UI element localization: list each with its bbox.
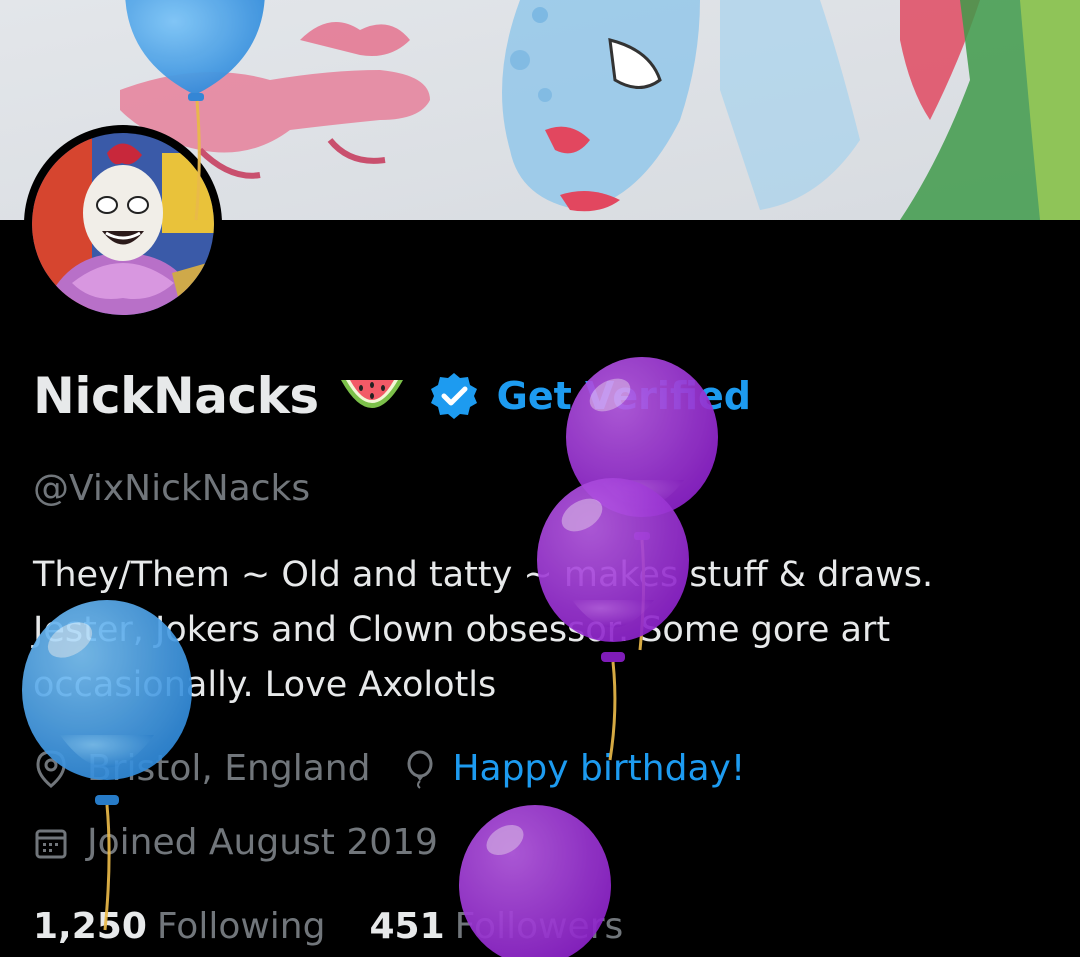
verified-check-icon[interactable]	[429, 371, 479, 421]
bio-line: occasionally. Love Axolotls	[33, 665, 497, 705]
profile-avatar[interactable]	[24, 125, 222, 323]
location-pin-icon	[36, 749, 66, 788]
display-name-row: NickNacks Get Verified	[33, 366, 751, 426]
calendar-icon	[35, 829, 67, 858]
avatar-clown-image	[32, 133, 214, 315]
following-label: Following	[156, 906, 326, 947]
follow-stats: 1,250 Following 451 Followers	[33, 906, 623, 947]
birthday-link[interactable]: Happy birthday!	[452, 748, 745, 789]
display-name: NickNacks	[33, 367, 319, 425]
profile-meta-joined: Joined August 2019	[33, 822, 438, 863]
profile-page: NickNacks Get Verified @VixNickNacks The…	[0, 0, 1080, 957]
balloon-icon	[407, 750, 433, 789]
bio-line: Jester, Jokers and Clown obsessor. Some …	[33, 610, 891, 650]
followers-count: 451	[369, 906, 445, 947]
following-count: 1,250	[33, 906, 147, 947]
watermelon-icon	[340, 380, 403, 408]
followers-link[interactable]: 451 Followers	[369, 906, 623, 947]
profile-bio: They/Them ~ Old and tatty ~ makes stuff …	[33, 548, 1043, 713]
location-text: Bristol, England	[87, 748, 371, 789]
bio-line: They/Them ~ Old and tatty ~ makes stuff …	[33, 555, 934, 595]
following-link[interactable]: 1,250 Following	[33, 906, 325, 947]
followers-label: Followers	[454, 906, 624, 947]
profile-meta-location: Bristol, England Happy birthday!	[33, 748, 745, 789]
profile-handle: @VixNickNacks	[33, 468, 311, 509]
joined-date-text: Joined August 2019	[87, 822, 438, 863]
get-verified-link[interactable]: Get Verified	[497, 374, 751, 418]
